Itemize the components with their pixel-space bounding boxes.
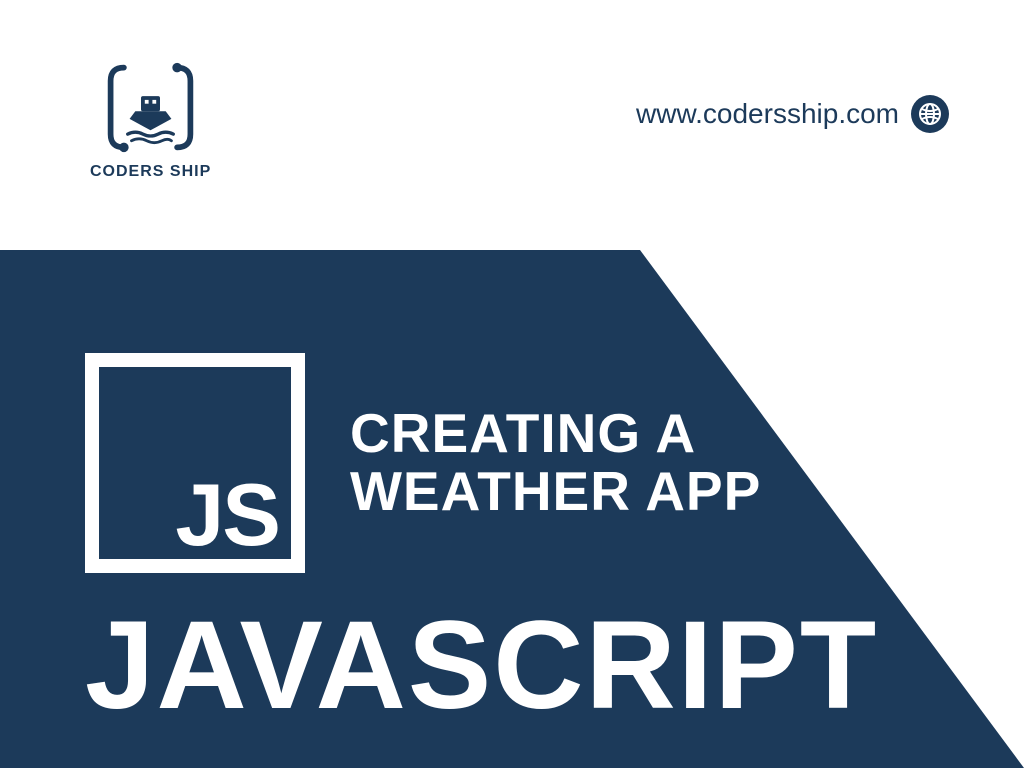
hero-top-row: JS CREATING A WEATHER APP — [85, 353, 939, 573]
js-badge-text: JS — [175, 471, 279, 559]
hero-title-line2: WEATHER APP — [350, 463, 761, 521]
hero-title-line1: CREATING A — [350, 405, 761, 463]
hero-title: CREATING A WEATHER APP — [350, 405, 761, 521]
brand-logo: CODERS SHIP — [90, 60, 211, 181]
js-badge: JS — [85, 353, 305, 573]
brand-name: CODERS SHIP — [90, 163, 211, 181]
globe-icon — [911, 95, 949, 133]
ship-brackets-icon — [103, 60, 198, 155]
website-url: www.codersship.com — [636, 98, 899, 130]
header-bar: CODERS SHIP www.codersship.com — [0, 0, 1024, 250]
hero-content: JS CREATING A WEATHER APP JAVASCRIPT — [0, 293, 1024, 768]
website-url-block: www.codersship.com — [636, 95, 949, 133]
hero-big-text: JAVASCRIPT — [85, 603, 939, 728]
